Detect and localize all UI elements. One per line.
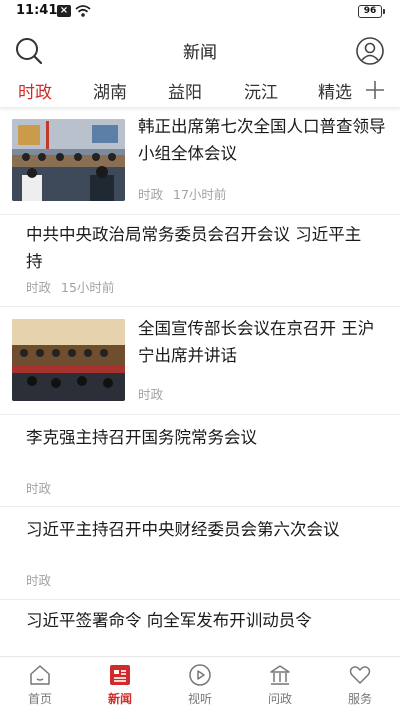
news-meta: 时政 (138, 384, 163, 403)
heart-icon (349, 666, 371, 684)
news-category: 时政 (138, 187, 164, 202)
nav-item-video[interactable]: 视听 (160, 657, 240, 711)
nav-item-news[interactable]: 新闻 (80, 657, 160, 711)
news-item[interactable]: 韩正出席第七次全国人口普查领导小组全体会议 时政 17小时前 (0, 108, 400, 215)
news-title: 李克强主持召开国务院常务会议 (26, 428, 257, 447)
news-category: 时政 (26, 573, 52, 588)
nav-item-wenzheng[interactable]: 问政 (240, 657, 320, 711)
nav-label: 问政 (267, 692, 292, 706)
news-category: 时政 (26, 280, 52, 295)
news-item[interactable]: 中共中央政治局常务委员会召开会议 习近平主持 时政 15小时前 (0, 215, 400, 307)
add-channel-icon[interactable] (364, 79, 386, 101)
news-title: 习近平主持召开中央财经委员会第六次会议 (26, 520, 340, 539)
battery-indicator: 96 (358, 5, 385, 18)
tab-jingxuan[interactable]: 精选 (318, 78, 352, 103)
news-time: 17小时前 (173, 187, 227, 202)
play-icon (189, 664, 211, 686)
news-item[interactable]: 习近平签署命令 向全军发布开训动员令 (0, 600, 400, 656)
tab-hunan[interactable]: 湖南 (93, 78, 127, 103)
tab-yuanjiang[interactable]: 沅江 (244, 78, 278, 103)
news-title: 韩正出席第七次全国人口普查领导小组全体会议 (138, 117, 386, 163)
tab-shizheng[interactable]: 时政 (18, 78, 52, 103)
nav-label: 服务 (347, 692, 372, 706)
tab-yiyang[interactable]: 益阳 (168, 78, 202, 103)
news-item[interactable]: 李克强主持召开国务院常务会议 时政 (0, 415, 400, 507)
news-item[interactable]: 全国宣传部长会议在京召开 王沪宁出席并讲话 时政 (0, 307, 400, 415)
nav-label: 首页 (27, 692, 52, 706)
nav-item-home[interactable]: 首页 (0, 657, 80, 711)
news-thumbnail (12, 319, 125, 401)
page-title: 新闻 (183, 43, 217, 63)
nav-label: 视听 (187, 692, 212, 706)
news-meta: 时政 (26, 570, 51, 589)
channel-tabs: 时政 湖南 益阳 沅江 精选 (0, 74, 400, 108)
home-icon (30, 665, 50, 685)
news-title: 中共中央政治局常务委员会召开会议 习近平主持 (26, 225, 362, 271)
status-bar: 11:41 × 96 (0, 0, 400, 24)
news-item[interactable]: 习近平主持召开中央财经委员会第六次会议 时政 (0, 507, 400, 600)
news-time: 15小时前 (61, 280, 115, 295)
building-icon (270, 665, 290, 685)
news-title: 全国宣传部长会议在京召开 王沪宁出席并讲话 (138, 319, 375, 365)
news-title: 习近平签署命令 向全军发布开训动员令 (26, 611, 312, 630)
news-category: 时政 (26, 481, 52, 496)
news-thumbnail (12, 119, 125, 201)
status-time: 11:41 (16, 3, 58, 18)
search-icon[interactable] (14, 36, 44, 66)
news-category: 时政 (138, 387, 164, 402)
news-meta: 时政 (26, 478, 51, 497)
news-meta: 时政 15小时前 (26, 277, 114, 296)
nav-item-service[interactable]: 服务 (320, 657, 400, 711)
header: 新闻 (0, 28, 400, 72)
news-icon (110, 665, 130, 685)
notification-icon: × (57, 5, 71, 17)
user-icon[interactable] (355, 36, 385, 66)
bottom-nav: 首页 新闻 视听 问政 服务 (0, 656, 400, 711)
nav-label: 新闻 (107, 692, 132, 706)
wifi-icon (75, 5, 91, 17)
news-meta: 时政 17小时前 (138, 184, 226, 203)
